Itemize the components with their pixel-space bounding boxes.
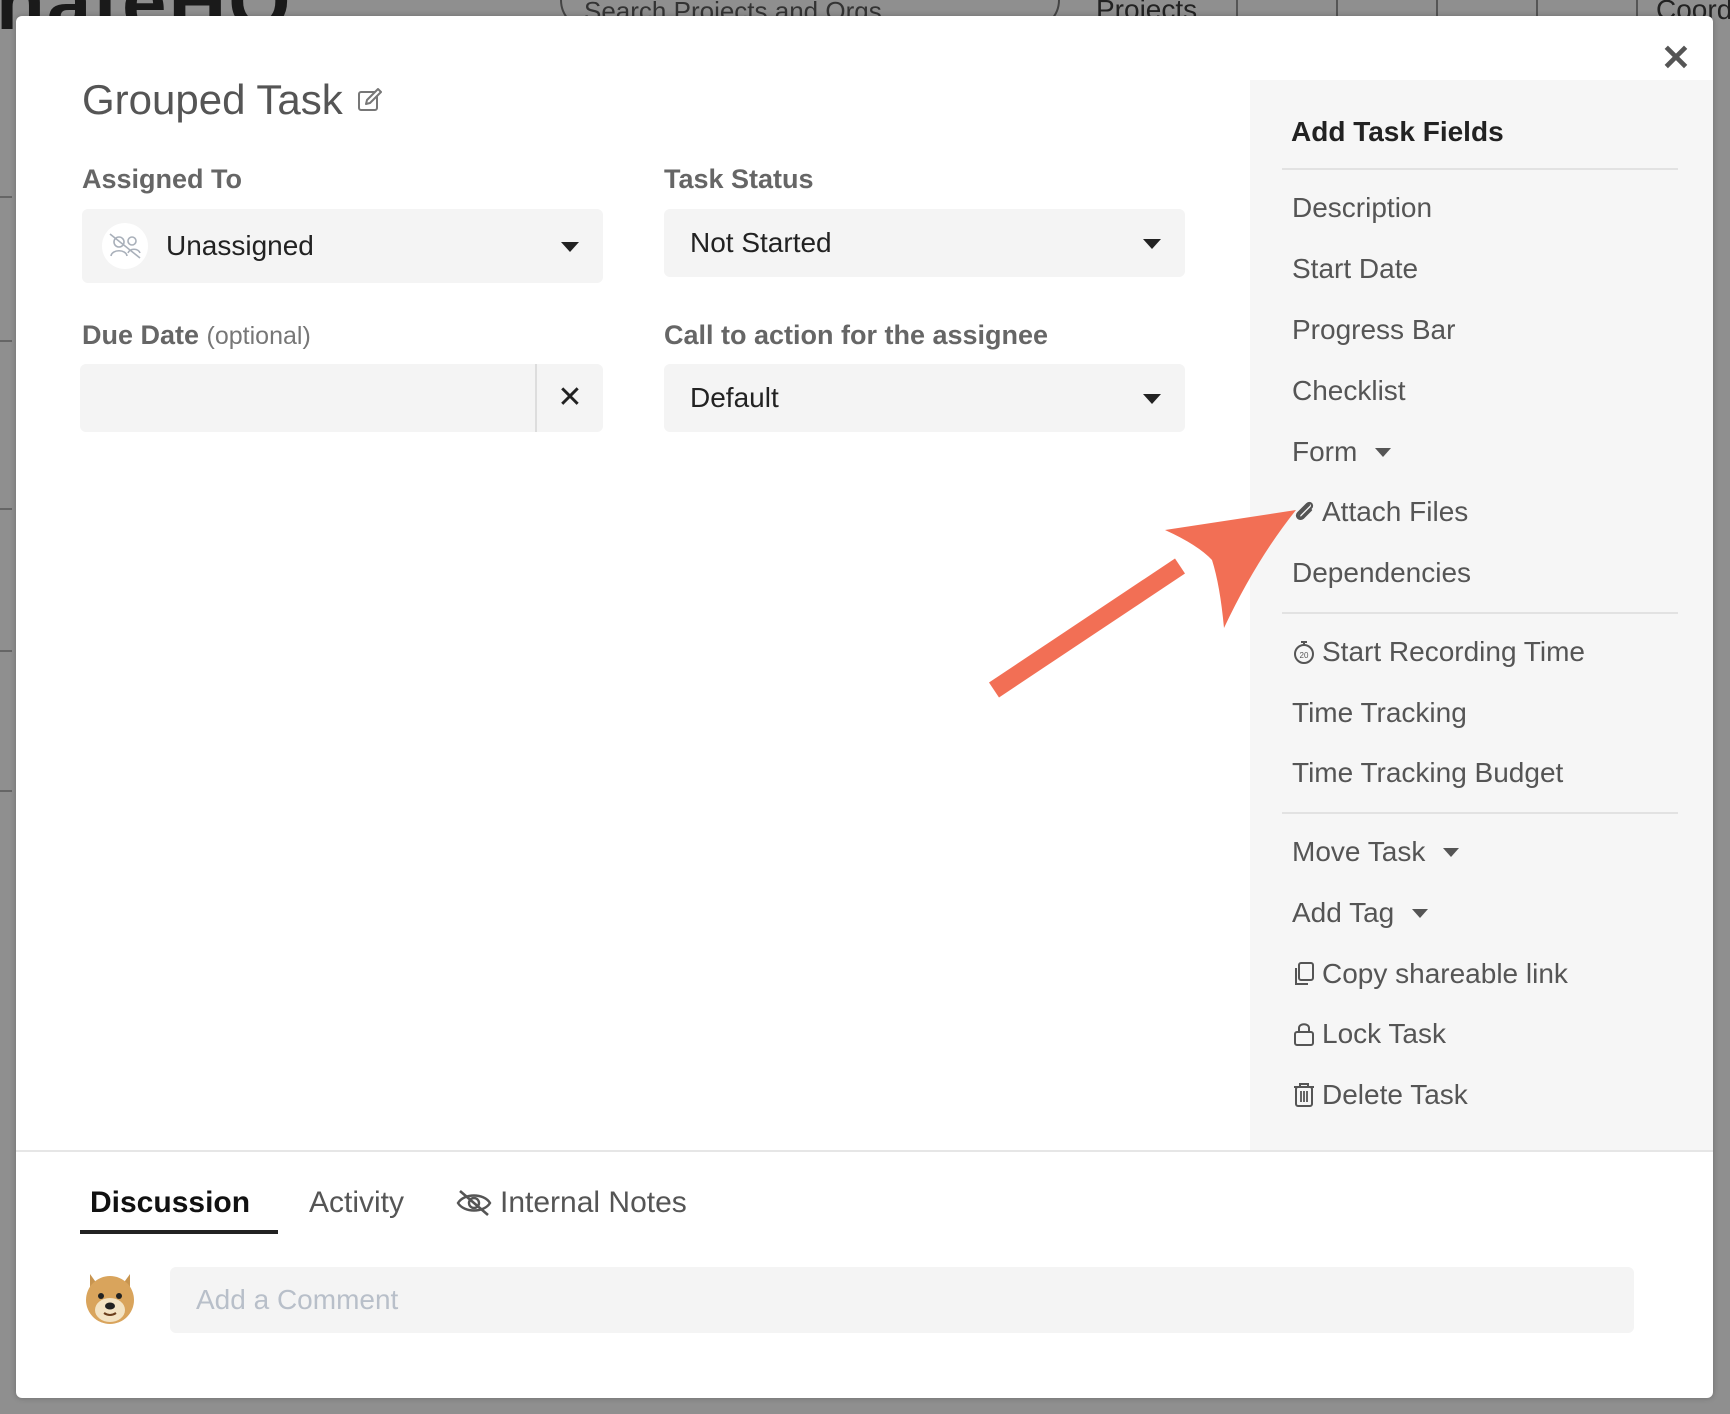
task-title-row: Grouped Task [82,76,383,124]
attach-files-option[interactable]: Attach Files [1292,496,1468,528]
option-label: Description [1292,192,1433,223]
option-label: Time Tracking [1292,697,1467,728]
start-recording-time-option[interactable]: 20 Start Recording Time [1292,636,1585,668]
call-to-action-select[interactable]: Default [664,364,1185,432]
due-date-input[interactable] [80,364,539,434]
time-tracking-budget-option[interactable]: Time Tracking Budget [1292,757,1563,789]
move-task-option[interactable]: Move Task [1292,836,1460,868]
due-date-label-text: Due Date [82,320,200,350]
due-date-optional-hint: (optional) [206,322,311,350]
task-title[interactable]: Grouped Task [82,76,343,124]
option-label: Progress Bar [1292,314,1456,345]
user-avatar [80,1266,140,1328]
svg-text:20: 20 [1300,651,1309,660]
background-separator [1336,0,1338,16]
add-form-option[interactable]: Form [1292,436,1392,468]
assignee-value: Unassigned [166,230,314,261]
add-checklist-option[interactable]: Checklist [1292,375,1406,407]
chevron-down-icon [1143,239,1161,249]
time-tracking-option[interactable]: Time Tracking [1292,697,1467,729]
tab-internal-notes[interactable]: Internal Notes [456,1186,687,1220]
tab-label: Internal Notes [500,1186,687,1219]
add-start-date-option[interactable]: Start Date [1292,253,1418,285]
task-status-label: Task Status [664,164,814,194]
chevron-down-icon [1375,447,1392,457]
option-label: Start Recording Time [1322,636,1585,667]
copy-shareable-link-option[interactable]: Copy shareable link [1292,958,1568,990]
option-label: Lock Task [1322,1018,1446,1049]
add-description-option[interactable]: Description [1292,192,1432,224]
active-tab-indicator [80,1230,278,1234]
eye-slash-icon [456,1189,492,1217]
tab-label: Activity [309,1186,405,1219]
comment-input[interactable] [170,1267,1634,1333]
option-label: Time Tracking Budget [1292,757,1564,788]
delete-task-option[interactable]: Delete Task [1292,1079,1468,1111]
call-to-action-label: Call to action for the assignee [664,320,1049,350]
assignee-select[interactable]: Unassigned [82,209,603,283]
stopwatch-icon: 20 [1292,639,1316,665]
background-separator [1636,0,1638,16]
option-label: Add Tag [1292,897,1395,928]
tab-discussion[interactable]: Discussion [90,1186,250,1220]
tab-label: Discussion [90,1186,251,1219]
background-row-divider [0,196,12,198]
paperclip-icon [1292,499,1316,525]
clear-date-button[interactable]: ✕ [537,364,603,432]
add-progress-bar-option[interactable]: Progress Bar [1292,314,1455,346]
due-date-label: Due Date (optional) [82,320,311,351]
add-dependencies-option[interactable]: Dependencies [1292,557,1471,589]
option-label: Checklist [1292,375,1406,406]
background-separator [1436,0,1438,16]
footer-divider [16,1150,1713,1152]
task-status-value: Not Started [690,227,832,258]
close-icon[interactable]: ✕ [1656,38,1696,78]
background-row-divider [0,650,12,652]
task-modal: ✕ Grouped Task Assigned To Unassigned Ta… [16,16,1713,1398]
panel-divider [1282,812,1678,814]
option-label: Form [1292,436,1358,467]
trash-icon [1292,1082,1316,1108]
lock-task-option[interactable]: Lock Task [1292,1018,1446,1050]
option-label: Dependencies [1292,557,1472,588]
option-label: Attach Files [1322,496,1469,527]
chevron-down-icon [561,242,579,252]
chevron-down-icon [1143,394,1161,404]
background-row-divider [0,790,12,792]
chevron-down-icon [1443,847,1460,857]
chevron-down-icon [1412,908,1429,918]
background-separator [1536,0,1538,16]
option-label: Move Task [1292,836,1426,867]
due-date-field [80,364,603,434]
add-task-fields-panel [1250,80,1713,1152]
background-row-divider [0,340,12,342]
option-label: Copy shareable link [1322,958,1568,989]
call-to-action-value: Default [690,382,779,413]
panel-divider [1282,612,1678,614]
lock-icon [1292,1021,1316,1047]
unassigned-avatar-icon [102,223,148,269]
assigned-to-label: Assigned To [82,164,243,194]
panel-divider [1282,168,1678,170]
tab-activity[interactable]: Activity [309,1186,404,1220]
add-task-fields-title: Add Task Fields [1291,116,1504,147]
background-separator [1236,0,1238,16]
edit-icon[interactable] [357,87,383,113]
task-status-select[interactable]: Not Started [664,209,1185,277]
add-tag-option[interactable]: Add Tag [1292,897,1429,929]
copy-icon [1292,961,1316,987]
option-label: Start Date [1292,253,1419,284]
background-row-divider [0,508,12,510]
option-label: Delete Task [1322,1079,1468,1110]
